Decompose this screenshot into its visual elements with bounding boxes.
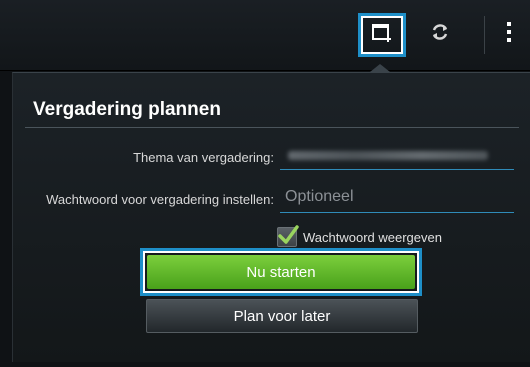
- show-password-label: Wachtwoord weergeven: [303, 229, 442, 245]
- topic-label: Thema van vergadering:: [133, 150, 274, 165]
- password-input[interactable]: Optioneel: [280, 186, 514, 213]
- checkmark-icon: [278, 225, 299, 244]
- schedule-later-button[interactable]: Plan voor later: [146, 299, 418, 333]
- action-bar-divider: [484, 16, 485, 54]
- new-meeting-button[interactable]: [358, 13, 406, 57]
- popup-pointer: [370, 64, 390, 72]
- dialog-title: Vergadering plannen: [33, 99, 221, 120]
- sync-icon: [429, 21, 451, 48]
- blurred-topic-value: [288, 151, 488, 160]
- more-menu-button[interactable]: [494, 14, 524, 54]
- new-meeting-icon: [371, 22, 393, 49]
- sync-button[interactable]: [420, 14, 460, 54]
- show-password-checkbox[interactable]: [277, 225, 299, 247]
- start-now-button[interactable]: Nu starten: [147, 255, 415, 289]
- topic-input[interactable]: [280, 143, 514, 170]
- schedule-meeting-dialog: Vergadering plannen Thema van vergaderin…: [12, 72, 530, 362]
- password-placeholder: Optioneel: [285, 188, 354, 205]
- password-label: Wachtwoord voor vergadering instellen:: [46, 192, 274, 207]
- action-bar: [0, 0, 530, 71]
- title-divider: [25, 127, 519, 128]
- show-password-row[interactable]: Wachtwoord weergeven: [277, 225, 442, 248]
- more-menu-icon: [505, 20, 513, 49]
